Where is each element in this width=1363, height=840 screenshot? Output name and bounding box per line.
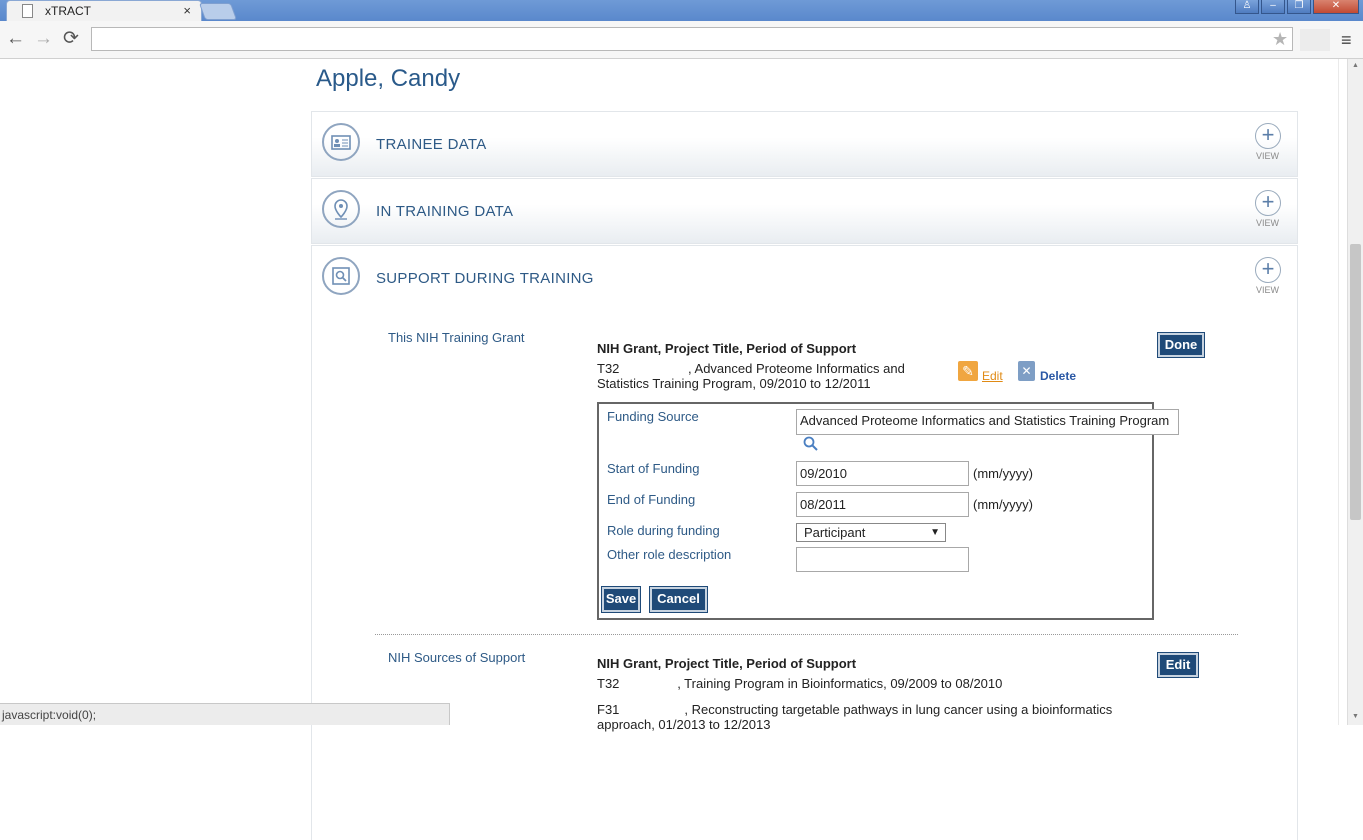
start-funding-input[interactable]	[796, 461, 969, 486]
browser-tab[interactable]: xTRACT ×	[6, 0, 202, 21]
grant-line-1: T32 , Advanced Proteome Informatics and	[597, 361, 905, 376]
end-funding-label: End of Funding	[607, 492, 696, 507]
panel-title: SUPPORT DURING TRAINING	[376, 270, 594, 287]
window-controls: ♙ – ❐ ✕	[1233, 0, 1363, 14]
tab-title: xTRACT	[45, 4, 91, 18]
nih-sources-label: NIH Sources of Support	[388, 650, 526, 665]
address-bar[interactable]	[91, 27, 1293, 51]
funding-source-field[interactable]: Advanced Proteome Informatics and Statis…	[796, 409, 1179, 435]
end-funding-input[interactable]	[796, 492, 969, 517]
view-label[interactable]: VIEW	[1256, 285, 1279, 295]
pencil-icon: ✎	[958, 361, 978, 381]
role-select[interactable]: Participant ▼	[796, 523, 946, 542]
other-role-label: Other role description	[607, 547, 732, 562]
minimize-icon[interactable]: –	[1261, 0, 1285, 14]
view-label[interactable]: VIEW	[1256, 218, 1279, 228]
sources-header: NIH Grant, Project Title, Period of Supp…	[597, 656, 857, 671]
dropdown-arrow-icon: ▼	[930, 527, 940, 538]
extension-area	[1300, 29, 1330, 51]
reload-icon[interactable]: ⟳	[63, 29, 79, 49]
search-document-icon	[322, 257, 360, 295]
source-row: F31 , Reconstructing targetable pathways…	[597, 702, 1113, 717]
page-icon	[22, 4, 33, 18]
user-icon[interactable]: ♙	[1235, 0, 1259, 14]
view-plus-icon[interactable]: +	[1255, 123, 1281, 149]
scroll-up-icon[interactable]: ▲	[1352, 62, 1359, 69]
source-row: T32 , Training Program in Bioinformatics…	[597, 676, 1003, 691]
section-divider	[375, 634, 1238, 635]
panel-in-training-data[interactable]: IN TRAINING DATA + VIEW	[311, 178, 1298, 244]
funding-source-label: Funding Source	[607, 409, 699, 424]
back-icon[interactable]: ←	[6, 29, 25, 49]
maximize-icon[interactable]: ❐	[1287, 0, 1311, 14]
delete-link-label[interactable]: Delete	[1040, 369, 1076, 383]
browser-menu-icon[interactable]: ≡	[1341, 30, 1352, 51]
scrollbar-thumb[interactable]	[1350, 244, 1361, 520]
role-label: Role during funding	[607, 523, 720, 538]
location-pin-icon	[322, 190, 360, 228]
save-button[interactable]: Save	[601, 586, 641, 613]
start-date-format: (mm/yyyy)	[973, 466, 1033, 481]
bookmark-star-icon[interactable]: ★	[1272, 29, 1288, 50]
grant-header: NIH Grant, Project Title, Period of Supp…	[597, 341, 857, 356]
browser-toolbar: ← → ⟳ ★ ≡	[0, 21, 1363, 59]
cancel-button[interactable]: Cancel	[649, 586, 708, 613]
page-edge-divider	[1338, 59, 1339, 725]
browser-titlebar: xTRACT × ♙ – ❐ ✕	[0, 0, 1363, 21]
start-funding-label: Start of Funding	[607, 461, 700, 476]
scroll-down-icon[interactable]: ▼	[1352, 713, 1359, 720]
id-card-icon	[322, 123, 360, 161]
vertical-scrollbar[interactable]: ▲ ▼	[1347, 59, 1363, 725]
view-label[interactable]: VIEW	[1256, 151, 1279, 161]
this-grant-label: This NIH Training Grant	[388, 330, 525, 345]
panel-title: TRAINEE DATA	[376, 136, 487, 153]
forward-icon[interactable]: →	[34, 29, 53, 49]
view-plus-icon[interactable]: +	[1255, 257, 1281, 283]
new-tab-button[interactable]	[198, 3, 238, 20]
tab-close-icon[interactable]: ×	[183, 3, 191, 18]
edit-link-label[interactable]: Edit	[982, 369, 1003, 383]
role-selected-value: Participant	[804, 525, 866, 540]
close-window-icon[interactable]: ✕	[1313, 0, 1359, 14]
view-plus-icon[interactable]: +	[1255, 190, 1281, 216]
person-name: Apple, Candy	[316, 65, 461, 92]
search-icon[interactable]	[803, 436, 819, 457]
grant-line-2: Statistics Training Program, 09/2010 to …	[597, 376, 871, 391]
delete-document-icon: ✕	[1018, 361, 1035, 381]
status-bar: javascript:void(0);	[0, 703, 450, 725]
end-date-format: (mm/yyyy)	[973, 497, 1033, 512]
panel-title: IN TRAINING DATA	[376, 203, 514, 220]
panel-trainee-data[interactable]: TRAINEE DATA + VIEW	[311, 111, 1298, 177]
other-role-input[interactable]	[796, 547, 969, 572]
done-button[interactable]: Done	[1157, 332, 1205, 358]
edit-sources-button[interactable]: Edit	[1157, 652, 1199, 678]
